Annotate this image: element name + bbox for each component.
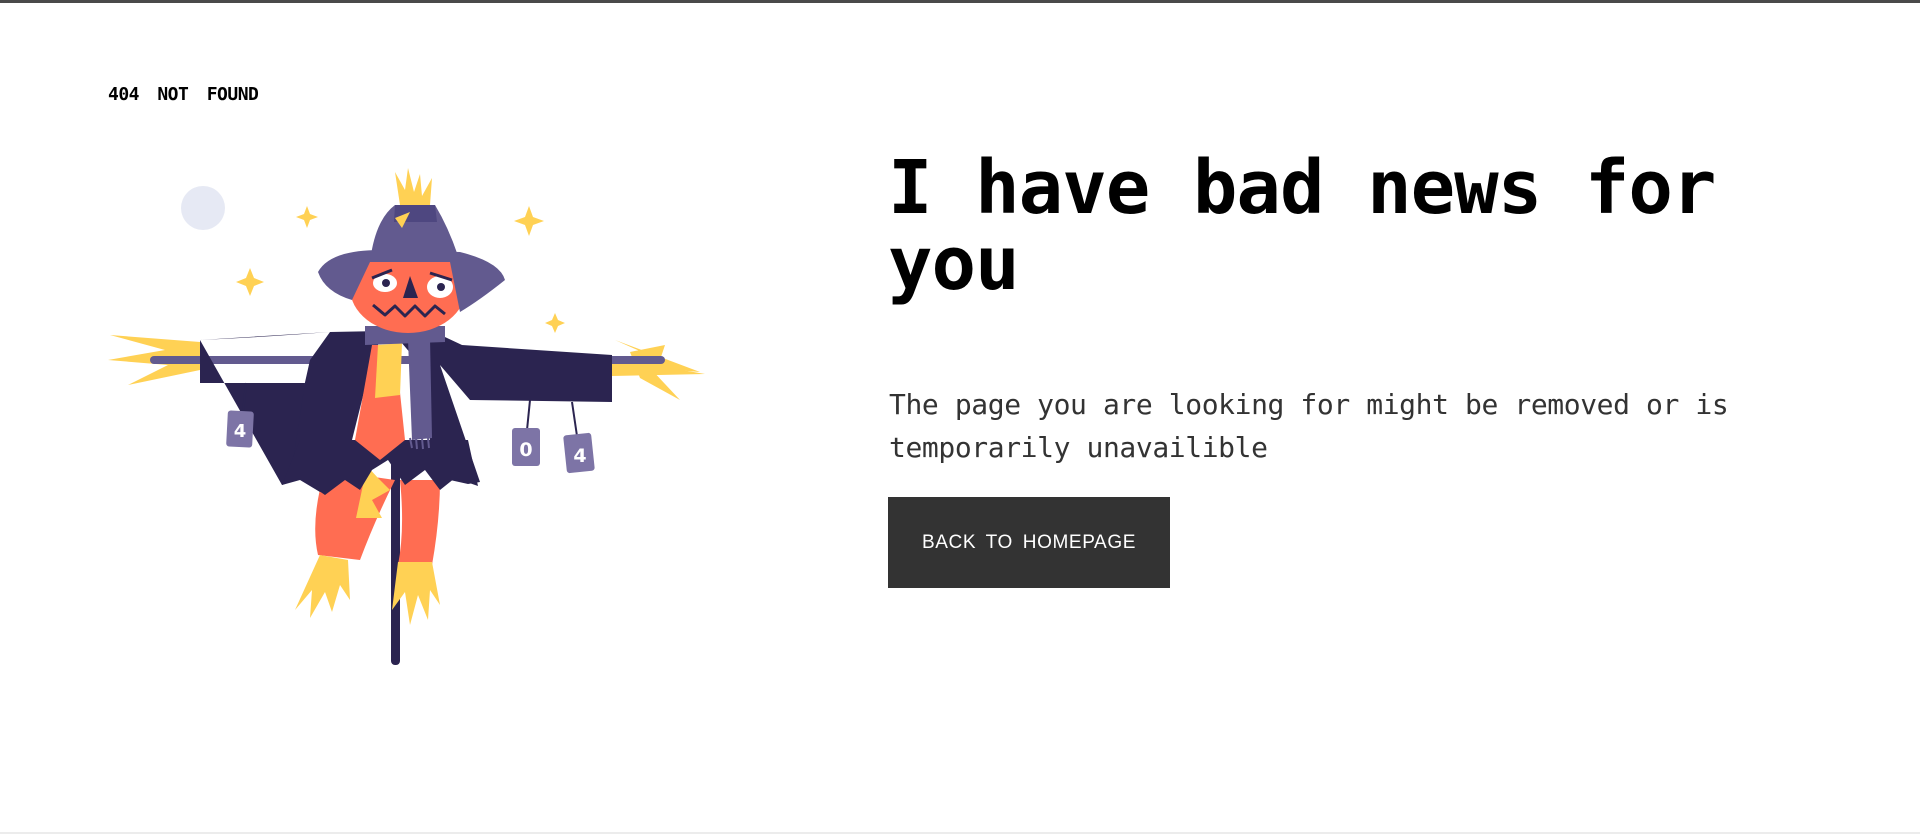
top-border: [0, 0, 1920, 3]
can-label-right: 4: [573, 445, 586, 467]
pole: [391, 455, 400, 665]
scarecrow-illustration: 4 0 4: [108, 168, 705, 665]
back-to-homepage-button[interactable]: BACK TO HOMEPAGE: [888, 497, 1170, 588]
can-label-middle: 0: [519, 439, 532, 461]
can-icon-left: 4: [226, 410, 254, 448]
can-label-left: 4: [234, 421, 247, 442]
page-title: I have bad news for you: [888, 145, 1716, 307]
moon-icon: [181, 186, 225, 230]
brand-label: 404 NOT FOUND: [108, 84, 259, 105]
can-icon-middle: 0: [512, 428, 540, 466]
can-icon-right: 4: [563, 432, 595, 474]
error-message: The page you are looking for might be re…: [889, 388, 1729, 464]
